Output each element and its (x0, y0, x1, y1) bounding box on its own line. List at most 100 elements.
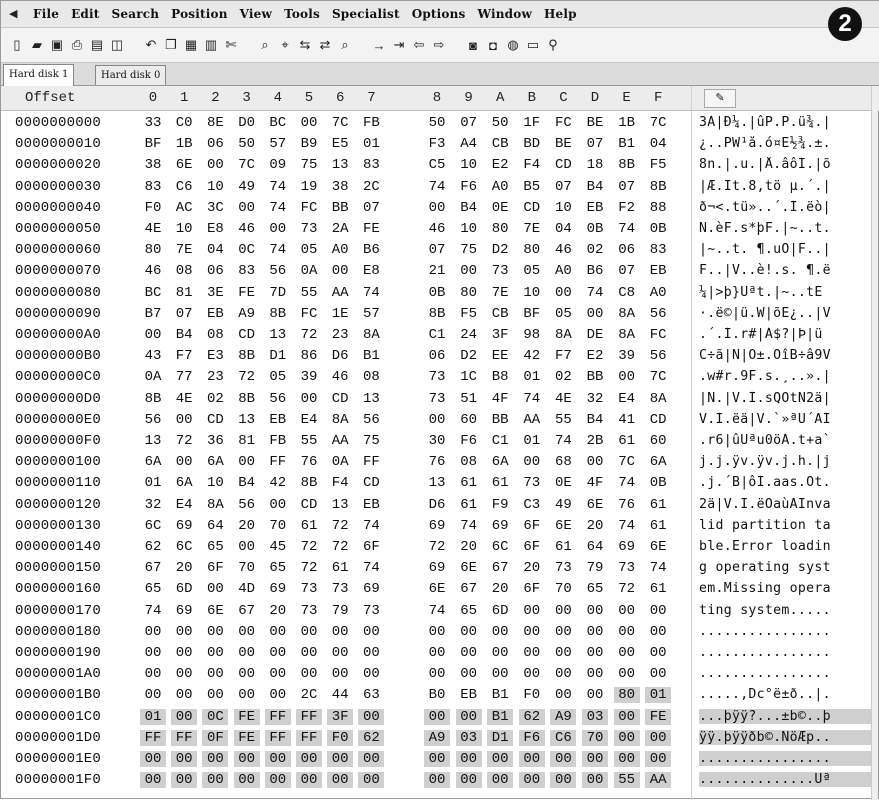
hex-byte[interactable]: B6 (358, 242, 384, 258)
hex-byte[interactable]: CD (234, 327, 260, 343)
tab-hard-disk-1[interactable]: Hard disk 1 (3, 64, 75, 86)
hex-byte[interactable]: 00 (358, 666, 384, 682)
hex-byte[interactable]: 73 (296, 581, 322, 597)
ascii-text[interactable]: |Æ.It.8,tö µ.´.| (699, 179, 877, 194)
hex-byte[interactable]: 73 (296, 603, 322, 619)
hex-byte[interactable]: 3F (327, 708, 354, 725)
hex-byte[interactable]: 74 (550, 433, 576, 449)
hex-byte[interactable]: 50 (424, 115, 450, 131)
hex-byte[interactable]: 65 (456, 603, 482, 619)
hex-byte[interactable]: 7C (234, 157, 260, 173)
hex-byte[interactable]: 00 (582, 624, 608, 640)
hex-byte[interactable]: 7E (487, 285, 513, 301)
hex-row[interactable]: 00000001E0 00 00 00 00 00 00 00 00 00 00 00 00 00 00 00… (1, 749, 879, 771)
hex-byte[interactable]: 00 (550, 666, 576, 682)
ascii-text[interactable]: g operating syst (699, 560, 877, 575)
hex-byte[interactable]: CD (327, 391, 353, 407)
disk-icon[interactable]: ◙ (464, 36, 482, 54)
hex-byte[interactable]: 86 (296, 348, 322, 364)
hex-byte[interactable]: 8A (327, 412, 353, 428)
hex-byte[interactable]: 65 (265, 560, 291, 576)
hex-byte[interactable]: 00 (140, 645, 166, 661)
hex-row[interactable]: 00000001A0 00 00 00 00 00 00 00 00 00 00 00 00 00 00 00… (1, 664, 879, 686)
hex-byte[interactable]: 00 (487, 624, 513, 640)
hex-byte[interactable]: 61 (645, 518, 671, 534)
hex-byte[interactable]: FF (296, 708, 322, 725)
hex-byte[interactable]: 20 (265, 603, 291, 619)
ascii-text[interactable]: ¿..PW¹å.ó¤Ë½¾.±. (699, 136, 877, 151)
hex-byte[interactable]: 4E (140, 221, 166, 237)
hex-byte[interactable]: E2 (582, 348, 608, 364)
hex-byte[interactable]: 00 (327, 666, 353, 682)
hex-byte[interactable]: AA (519, 412, 545, 428)
hex-byte[interactable]: 6A (202, 454, 228, 470)
hex-byte[interactable]: 61 (327, 560, 353, 576)
hex-byte[interactable]: 00 (171, 687, 197, 703)
hex-byte[interactable]: BB (487, 412, 513, 428)
open-folder-icon[interactable]: ▰ (28, 36, 46, 54)
hex-byte[interactable]: FC (645, 327, 671, 343)
hex-byte[interactable]: 6A (645, 454, 671, 470)
hex-byte[interactable]: 6F (358, 539, 384, 555)
hex-byte[interactable]: 00 (582, 772, 608, 789)
hex-byte[interactable]: 00 (171, 751, 198, 767)
hex-byte[interactable]: AA (645, 772, 672, 789)
hex-byte[interactable]: 72 (171, 433, 197, 449)
hex-byte[interactable]: 2B (582, 433, 608, 449)
hex-byte[interactable]: 00 (455, 751, 482, 767)
hex-byte[interactable]: 00 (358, 772, 385, 789)
hex-byte[interactable]: FC (296, 200, 322, 216)
hex-byte[interactable]: 61 (296, 518, 322, 534)
hex-row[interactable]: 00000000D0 8B 4E 02 8B 56 00 CD 13 73 51 4F 74 4E 32 E4… (1, 389, 879, 411)
hex-byte[interactable]: 05 (265, 369, 291, 385)
hex-byte[interactable]: CD (358, 475, 384, 491)
hex-byte[interactable]: 83 (645, 242, 671, 258)
hex-byte[interactable]: 74 (265, 200, 291, 216)
hex-byte[interactable]: 00 (140, 772, 166, 789)
hex-byte[interactable]: A9 (550, 708, 577, 725)
hex-byte[interactable]: AC (171, 200, 197, 216)
ascii-text[interactable]: ÿÿ.þÿÿðb©.ÑöÆp.. (699, 729, 877, 745)
hex-byte[interactable]: 07 (424, 242, 450, 258)
hex-byte[interactable]: 30 (424, 433, 450, 449)
hex-byte[interactable]: 8A (645, 391, 671, 407)
hex-byte[interactable]: 00 (140, 327, 166, 343)
hex-byte[interactable]: 04 (550, 221, 576, 237)
hex-byte[interactable]: E3 (202, 348, 228, 364)
hex-byte[interactable]: 00 (140, 687, 166, 703)
menu-window[interactable]: Window (472, 7, 538, 21)
hex-byte[interactable]: 56 (265, 263, 291, 279)
hex-byte[interactable]: 74 (456, 518, 482, 534)
hex-byte[interactable]: 00 (265, 687, 291, 703)
hex-byte[interactable]: 00 (327, 263, 353, 279)
hex-byte[interactable]: 74 (358, 518, 384, 534)
hex-byte[interactable]: D2 (456, 348, 482, 364)
hex-byte[interactable]: AA (327, 285, 353, 301)
goto-sector-icon[interactable]: ⇥ (390, 36, 408, 54)
hex-byte[interactable]: 13 (327, 497, 353, 513)
hex-byte[interactable]: 6E (202, 603, 228, 619)
ascii-text[interactable]: |N.|V.Í.sQOtN2ä| (699, 391, 877, 406)
hex-byte[interactable]: FB (265, 433, 291, 449)
hex-byte[interactable]: B8 (487, 369, 513, 385)
hex-byte[interactable]: FE (358, 221, 384, 237)
hex-byte[interactable]: 72 (327, 518, 353, 534)
hex-byte[interactable]: 00 (613, 708, 640, 725)
hex-byte[interactable]: 00 (358, 708, 385, 725)
hex-byte[interactable]: 0C (234, 242, 260, 258)
hex-byte[interactable]: F6 (518, 729, 545, 746)
hex-byte[interactable]: 7D (265, 285, 291, 301)
hex-row[interactable]: 00000001C0 01 00 0C FE FF FF 3F 00 00 00 B1 62 A9 03 00… (1, 707, 879, 729)
forward-icon[interactable]: ⇨ (430, 36, 448, 54)
hex-byte[interactable]: 00 (202, 581, 228, 597)
hex-byte[interactable]: 00 (296, 391, 322, 407)
hex-byte[interactable]: E8 (202, 221, 228, 237)
hex-byte[interactable]: 00 (296, 115, 322, 131)
hex-byte[interactable]: 04 (645, 136, 671, 152)
hex-byte[interactable]: F2 (614, 200, 640, 216)
hex-byte[interactable]: 00 (234, 645, 260, 661)
hex-byte[interactable]: 00 (550, 751, 577, 767)
ascii-text[interactable]: 3À|Ð¼.|ûP.P.ü¾.| (699, 115, 877, 130)
hex-byte[interactable]: 00 (234, 624, 260, 640)
hex-byte[interactable]: 49 (550, 497, 576, 513)
